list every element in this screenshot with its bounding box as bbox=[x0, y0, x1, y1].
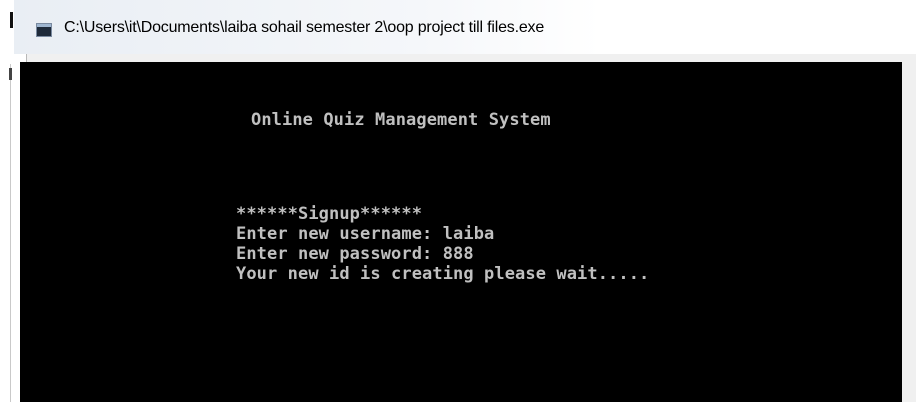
password-prompt-line: Enter new password: 888 bbox=[236, 244, 474, 264]
window-titlebar[interactable]: C:\Users\it\Documents\laiba sohail semes… bbox=[14, 0, 916, 54]
app-heading: Online Quiz Management System bbox=[251, 110, 551, 130]
window-title: C:\Users\it\Documents\laiba sohail semes… bbox=[64, 19, 545, 36]
console-output-area[interactable]: Online Quiz Management System ******Sign… bbox=[20, 62, 902, 402]
background-window-border bbox=[10, 64, 11, 402]
signup-banner: ******Signup****** bbox=[236, 204, 423, 224]
status-message-line: Your new id is creating please wait..... bbox=[236, 264, 650, 284]
username-prompt-line: Enter new username: laiba bbox=[236, 224, 495, 244]
background-window-mark bbox=[10, 12, 13, 28]
background-window-mark bbox=[9, 68, 12, 80]
background-window-edge bbox=[0, 0, 14, 402]
console-app-icon[interactable] bbox=[36, 23, 52, 37]
